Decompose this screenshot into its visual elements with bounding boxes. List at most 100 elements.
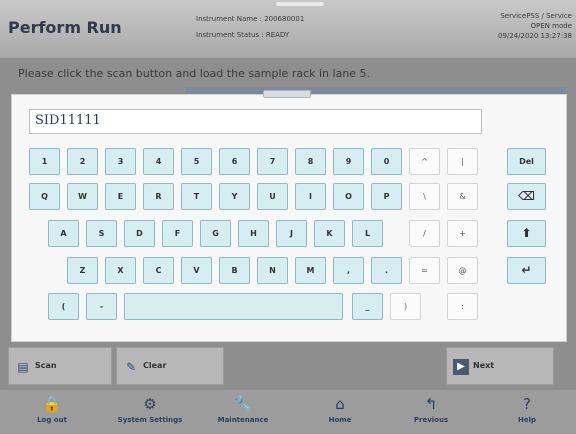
nav-help[interactable]: ? Help: [487, 390, 567, 434]
key-x[interactable]: X: [105, 257, 136, 284]
key-3[interactable]: 3: [105, 148, 136, 175]
scan-icon: ▤: [17, 360, 29, 374]
key-close-paren[interactable]: ): [390, 293, 421, 320]
shift-key[interactable]: ⬆: [507, 220, 546, 247]
user-label: ServicePSS / Service: [500, 12, 572, 20]
nav-help-label: Help: [517, 416, 537, 424]
key-j[interactable]: J: [276, 220, 307, 247]
key-b[interactable]: B: [219, 257, 250, 284]
space-key[interactable]: [124, 293, 343, 320]
shift-icon: ⬆: [521, 226, 532, 240]
key-9[interactable]: 9: [333, 148, 364, 175]
keyboard-dialog: SID11111 1 2 3 4 5 6 7 8 9 0 ^ | Del Q W…: [11, 90, 567, 342]
nav-maintenance[interactable]: 🔧 Maintenance: [203, 390, 283, 434]
key-o[interactable]: O: [333, 183, 364, 210]
key-at[interactable]: @: [447, 257, 478, 284]
key-l[interactable]: L: [352, 220, 383, 247]
nav-previous-label: Previous: [413, 416, 449, 424]
key-m[interactable]: M: [295, 257, 326, 284]
key-underscore[interactable]: _: [352, 293, 383, 320]
clear-icon: ✎: [125, 360, 137, 374]
key-r[interactable]: R: [143, 183, 174, 210]
previous-icon: ↰: [424, 395, 438, 413]
sample-id-input[interactable]: SID11111: [29, 109, 482, 134]
key-5[interactable]: 5: [181, 148, 212, 175]
backspace-icon: ⌫: [518, 189, 535, 203]
instrument-name: Instrument Name : 200680001: [196, 15, 305, 23]
key-w[interactable]: W: [67, 183, 98, 210]
key-y[interactable]: Y: [219, 183, 250, 210]
wrench-icon: 🔧: [233, 395, 253, 413]
key-6[interactable]: 6: [219, 148, 250, 175]
enter-icon: ↵: [521, 263, 532, 277]
key-0[interactable]: 0: [371, 148, 402, 175]
next-button[interactable]: ▶ Next: [446, 347, 554, 385]
key-f[interactable]: F: [162, 220, 193, 247]
key-period[interactable]: .: [371, 257, 402, 284]
header-handle: [276, 2, 324, 6]
key-open-paren[interactable]: (: [48, 293, 79, 320]
key-s[interactable]: S: [86, 220, 117, 247]
key-p[interactable]: P: [371, 183, 402, 210]
perform-run-screen: Perform Run Instrument Name : 200680001 …: [0, 0, 576, 434]
key-h[interactable]: H: [238, 220, 269, 247]
clear-button[interactable]: ✎ Clear: [116, 347, 224, 385]
key-backslash[interactable]: \: [409, 183, 440, 210]
key-u[interactable]: U: [257, 183, 288, 210]
scan-label: Scan: [35, 361, 57, 370]
nav-system-settings[interactable]: ⚙ System Settings: [102, 390, 198, 434]
key-pipe[interactable]: |: [447, 148, 478, 175]
key-equals[interactable]: =: [409, 257, 440, 284]
key-c[interactable]: C: [143, 257, 174, 284]
key-colon[interactable]: :: [447, 293, 478, 320]
header: Perform Run Instrument Name : 200680001 …: [0, 0, 576, 58]
key-4[interactable]: 4: [143, 148, 174, 175]
instruction-text: Please click the scan button and load th…: [18, 67, 371, 80]
key-plus[interactable]: +: [447, 220, 478, 247]
bottom-nav: 🔒 Log out ⚙ System Settings 🔧 Maintenanc…: [0, 390, 576, 434]
mode-label: OPEN mode: [530, 22, 572, 30]
help-icon: ?: [523, 395, 531, 413]
key-d[interactable]: D: [124, 220, 155, 247]
key-7[interactable]: 7: [257, 148, 288, 175]
key-1[interactable]: 1: [29, 148, 60, 175]
key-comma[interactable]: ,: [333, 257, 364, 284]
enter-key[interactable]: ↵: [507, 257, 546, 284]
key-slash[interactable]: /: [409, 220, 440, 247]
key-e[interactable]: E: [105, 183, 136, 210]
key-i[interactable]: I: [295, 183, 326, 210]
backspace-key[interactable]: ⌫: [507, 183, 546, 210]
page-title: Perform Run: [8, 18, 122, 37]
dialog-drag-handle[interactable]: [263, 90, 311, 98]
key-g[interactable]: G: [200, 220, 231, 247]
key-a[interactable]: A: [48, 220, 79, 247]
next-label: Next: [473, 361, 495, 370]
del-key[interactable]: Del: [507, 148, 546, 175]
session-info: ServicePSS / Service OPEN mode 09/24/202…: [498, 11, 572, 41]
key-hyphen[interactable]: -: [86, 293, 117, 320]
nav-system-settings-label: System Settings: [117, 416, 183, 424]
nav-previous[interactable]: ↰ Previous: [391, 390, 471, 434]
datetime-label: 09/24/2020 13:27:38: [497, 32, 572, 40]
key-2[interactable]: 2: [67, 148, 98, 175]
nav-logout-label: Log out: [37, 416, 67, 424]
gear-icon: ⚙: [143, 395, 157, 413]
key-n[interactable]: N: [257, 257, 288, 284]
nav-maintenance-label: Maintenance: [217, 416, 269, 424]
scan-button[interactable]: ▤ Scan: [8, 347, 112, 385]
home-icon: ⌂: [335, 395, 345, 413]
nav-home[interactable]: ⌂ Home: [300, 390, 380, 434]
key-caret[interactable]: ^: [409, 148, 440, 175]
key-t[interactable]: T: [181, 183, 212, 210]
key-q[interactable]: Q: [29, 183, 60, 210]
nav-logout[interactable]: 🔒 Log out: [12, 390, 92, 434]
lock-icon: 🔒: [42, 395, 62, 413]
next-icon: ▶: [453, 359, 469, 375]
key-k[interactable]: K: [314, 220, 345, 247]
key-ampersand[interactable]: &: [447, 183, 478, 210]
key-v[interactable]: V: [181, 257, 212, 284]
nav-home-label: Home: [328, 416, 352, 424]
clear-label: Clear: [143, 361, 167, 370]
key-8[interactable]: 8: [295, 148, 326, 175]
key-z[interactable]: Z: [67, 257, 98, 284]
